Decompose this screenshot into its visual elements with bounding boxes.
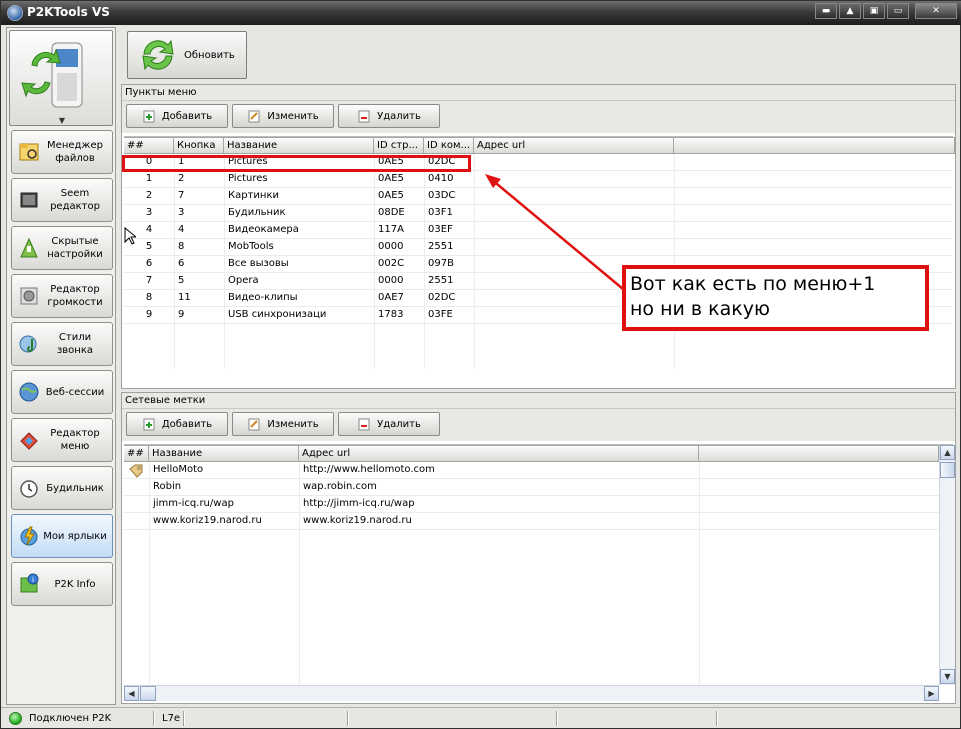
status-divider (347, 711, 349, 726)
mouse-cursor-icon (124, 227, 136, 245)
connection-status-icon (9, 712, 22, 725)
phone-model-text: L7e (162, 713, 181, 724)
annotation-line-1: Вот как есть по меню+1 (630, 273, 876, 295)
annotation-arrow (485, 174, 624, 290)
app-window: P2KTools VS ▬ ▲ ▣ ▭ ✕ ▼ Менеджер файлов … (0, 0, 961, 729)
status-divider (556, 711, 558, 726)
status-bar: Подключен P2K L7e (1, 707, 960, 728)
annotation-line-2: но ни в какую (630, 298, 770, 320)
connection-status-text: Подключен P2K (29, 713, 112, 724)
status-divider (716, 711, 718, 726)
status-divider (153, 711, 155, 726)
status-divider (183, 711, 185, 726)
annotation-callout: Вот как есть по меню+1 но ни в какую (622, 265, 929, 331)
